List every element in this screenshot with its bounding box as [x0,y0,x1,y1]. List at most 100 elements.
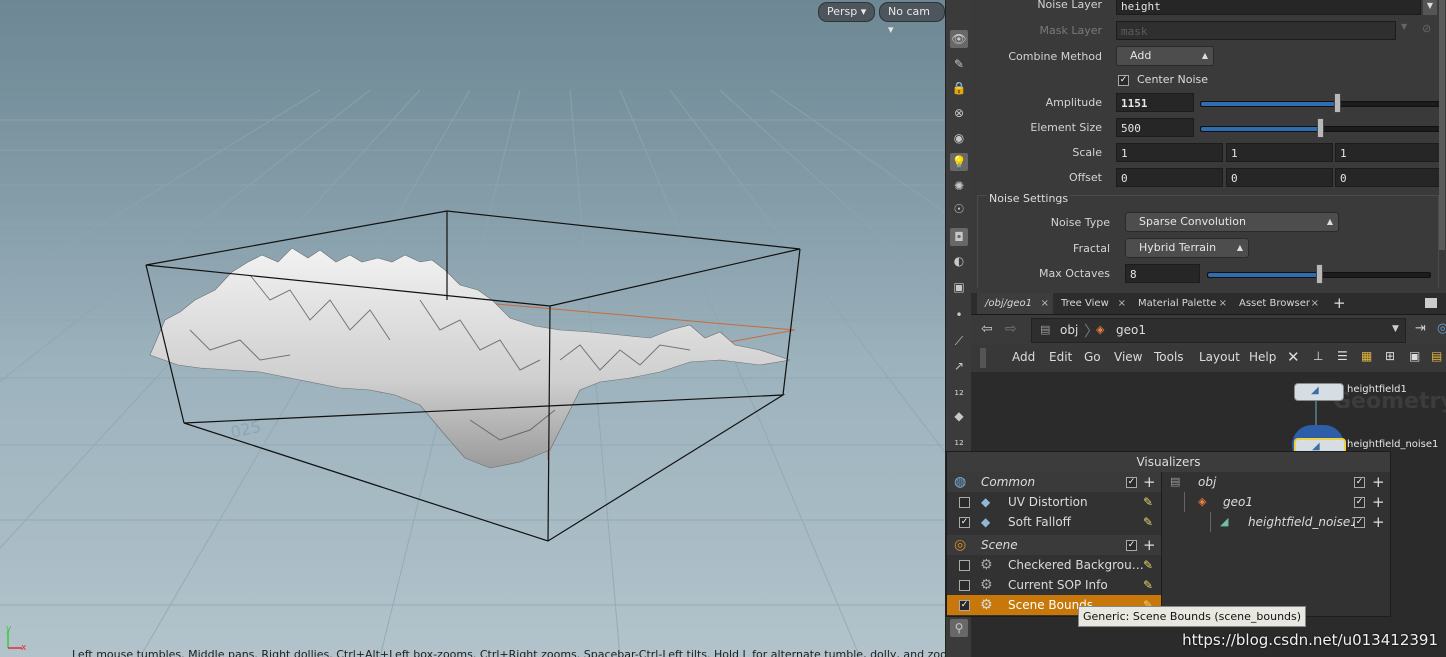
mask-dropdown-icon[interactable]: ▼ [1401,22,1407,31]
tab-tree-view[interactable]: Tree View × [1053,293,1130,314]
path-field[interactable]: ▤ obj 〉 ◈ geo1 ▼ [1031,318,1406,343]
element-size-slider[interactable] [1200,118,1440,138]
uv-distortion-row[interactable]: ◆ UV Distortion ✎ [947,492,1161,512]
max-octaves-field[interactable]: 8 [1125,264,1200,283]
tab-material-palette[interactable]: Material Palette × [1130,293,1231,314]
prim-number-icon[interactable]: ₁₂ [950,432,968,450]
menu-help[interactable]: Help [1249,350,1276,364]
edit-pencil-icon[interactable]: ✎ [1143,512,1153,532]
mask-picker-icon[interactable]: ⊘ [1422,22,1431,35]
tree-noise-row[interactable]: ◢ heightfield_noise1 ✓ + [1162,512,1390,532]
view-icon[interactable]: ◐ [950,252,968,270]
tab-asset-browser[interactable]: Asset Browser × [1231,293,1323,314]
max-octaves-slider[interactable] [1207,264,1431,284]
display-options-icon[interactable]: 👁 [950,30,968,48]
noise-layer-dropdown[interactable]: ▼ [1423,0,1437,15]
edit-pencil-icon[interactable]: ✎ [1143,492,1153,512]
snap-icon[interactable]: ⊗ [950,104,968,122]
pin-pane-icon[interactable]: ⇥ [1415,321,1426,336]
common-enable-checkbox[interactable]: ✓ [1126,477,1137,488]
pin-icon[interactable]: ✎ [950,55,968,73]
chevron-down-icon[interactable]: ▼ [1392,324,1399,334]
scale-y-field[interactable]: 1 [1226,143,1333,162]
heightfield1-node[interactable]: ◢ [1294,383,1344,401]
camera-icon[interactable]: ◘ [950,228,968,246]
add-visualizer-button[interactable]: + [1372,512,1385,532]
point-number-icon[interactable]: ₁₂ [950,382,968,400]
scene-enable-checkbox[interactable]: ✓ [1126,540,1137,551]
parameter-scrollbar[interactable] [1439,0,1445,250]
sticky-note-icon[interactable]: ▤ [1431,349,1442,363]
tree-layout-icon[interactable]: ⊥ [1313,349,1323,363]
menu-handle[interactable] [980,348,986,368]
path-obj[interactable]: obj [1060,323,1078,337]
offset-x-field[interactable]: 0 [1116,168,1223,187]
maximize-pane-icon[interactable] [1425,298,1437,308]
normal-icon[interactable]: ↗ [950,357,968,375]
element-size-field[interactable]: 500 [1116,118,1194,137]
primitive-icon[interactable]: ◆ [950,407,968,425]
add-visualizer-button[interactable]: + [1372,492,1385,512]
edge-icon[interactable]: ⟋ [950,332,968,350]
menu-edit[interactable]: Edit [1049,350,1072,364]
checkered-background-row[interactable]: ⚙ Checkered Backgrou… ✎ [947,555,1161,575]
scene-bounds-checkbox[interactable]: ✓ [959,600,970,611]
menu-add[interactable]: Add [1012,350,1035,364]
grid-view-icon[interactable]: ▦ [1361,349,1372,363]
checkered-checkbox[interactable] [959,560,970,571]
amplitude-field[interactable]: 1151 [1116,93,1194,112]
camera-menu-button[interactable]: No cam ▾ [879,2,945,36]
amplitude-slider[interactable] [1200,93,1440,113]
close-icon[interactable]: × [1311,293,1319,314]
soft-falloff-row[interactable]: ✓ ◆ Soft Falloff ✎ [947,512,1161,532]
skeleton-icon[interactable]: ☉ [950,200,968,218]
uv-distortion-checkbox[interactable] [959,497,970,508]
add-visualizer-button[interactable]: + [1143,535,1156,555]
fractal-menu[interactable]: Hybrid Terrain ▲ [1125,238,1249,258]
tree-geo-row[interactable]: ◈ geo1 ✓ + [1162,492,1390,512]
combine-method-menu[interactable]: Add ▲ [1116,46,1214,66]
table-view-icon[interactable]: ⊞ [1385,349,1395,363]
mask-layer-field[interactable]: mask [1116,21,1396,40]
close-icon[interactable]: × [1041,293,1049,314]
heightfield1-label[interactable]: heightfield1 [1347,384,1407,395]
tree-noise-checkbox[interactable]: ✓ [1354,517,1365,528]
center-noise-checkbox[interactable]: ✓ [1118,75,1129,86]
soft-falloff-checkbox[interactable]: ✓ [959,517,970,528]
add-visualizer-button[interactable]: + [1143,472,1156,492]
tab-network[interactable]: /obj/geo1 × [977,293,1053,314]
common-group-row[interactable]: ◍ Common ✓ + [947,472,1161,492]
render-icon[interactable]: ▣ [950,278,968,296]
offset-y-field[interactable]: 0 [1226,168,1333,187]
offset-z-field[interactable]: 0 [1335,168,1442,187]
edit-pencil-icon[interactable]: ✎ [1143,555,1153,575]
headlight-icon[interactable]: ✺ [950,177,968,195]
tree-obj-row[interactable]: ▤ obj ✓ + [1162,472,1390,492]
list-view-icon[interactable]: ☰ [1337,349,1348,363]
menu-tools[interactable]: Tools [1154,350,1184,364]
light-icon[interactable]: 💡 [950,153,968,171]
menu-view[interactable]: View [1114,350,1142,364]
scale-x-field[interactable]: 1 [1116,143,1223,162]
back-arrow-icon[interactable]: ⇦ [981,321,993,337]
visualizer-icon[interactable]: ⚲ [950,619,968,637]
tree-geo-checkbox[interactable]: ✓ [1354,497,1365,508]
add-tab-button[interactable]: + [1333,293,1346,314]
current-sop-checkbox[interactable] [959,580,970,591]
current-sop-info-row[interactable]: ⚙ Current SOP Info ✎ [947,575,1161,595]
close-icon[interactable]: × [1219,293,1227,314]
noise-type-menu[interactable]: Sparse Convolution ▲ [1125,212,1339,232]
forward-arrow-icon[interactable]: ⇨ [1005,321,1017,337]
image-view-icon[interactable]: ▣ [1409,349,1420,363]
wrench-icon[interactable]: ✕ [1287,348,1300,366]
shading-icon[interactable]: ◉ [950,129,968,147]
menu-go[interactable]: Go [1084,350,1101,364]
heightfield-noise1-label[interactable]: heightfield_noise1 [1347,439,1438,450]
scene-group-row[interactable]: ◎ Scene ✓ + [947,535,1161,555]
noise-layer-field[interactable]: height [1116,0,1421,15]
lock-icon[interactable]: 🔒 [950,79,968,97]
link-icon[interactable]: ◎ [1437,321,1446,336]
close-icon[interactable]: × [1118,293,1126,314]
point-icon[interactable]: • [950,306,968,324]
tree-obj-checkbox[interactable]: ✓ [1354,477,1365,488]
